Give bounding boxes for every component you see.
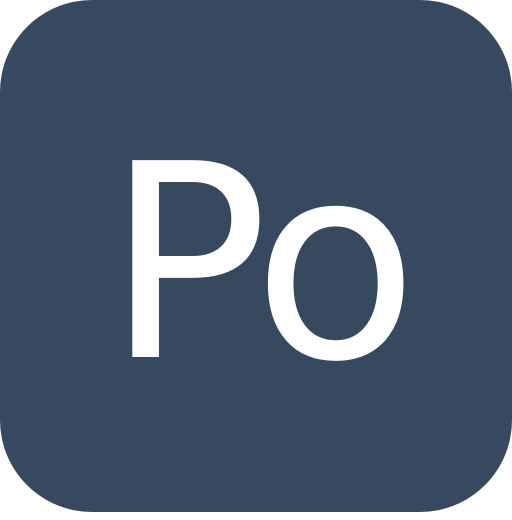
- app-icon-label: Po: [105, 106, 418, 421]
